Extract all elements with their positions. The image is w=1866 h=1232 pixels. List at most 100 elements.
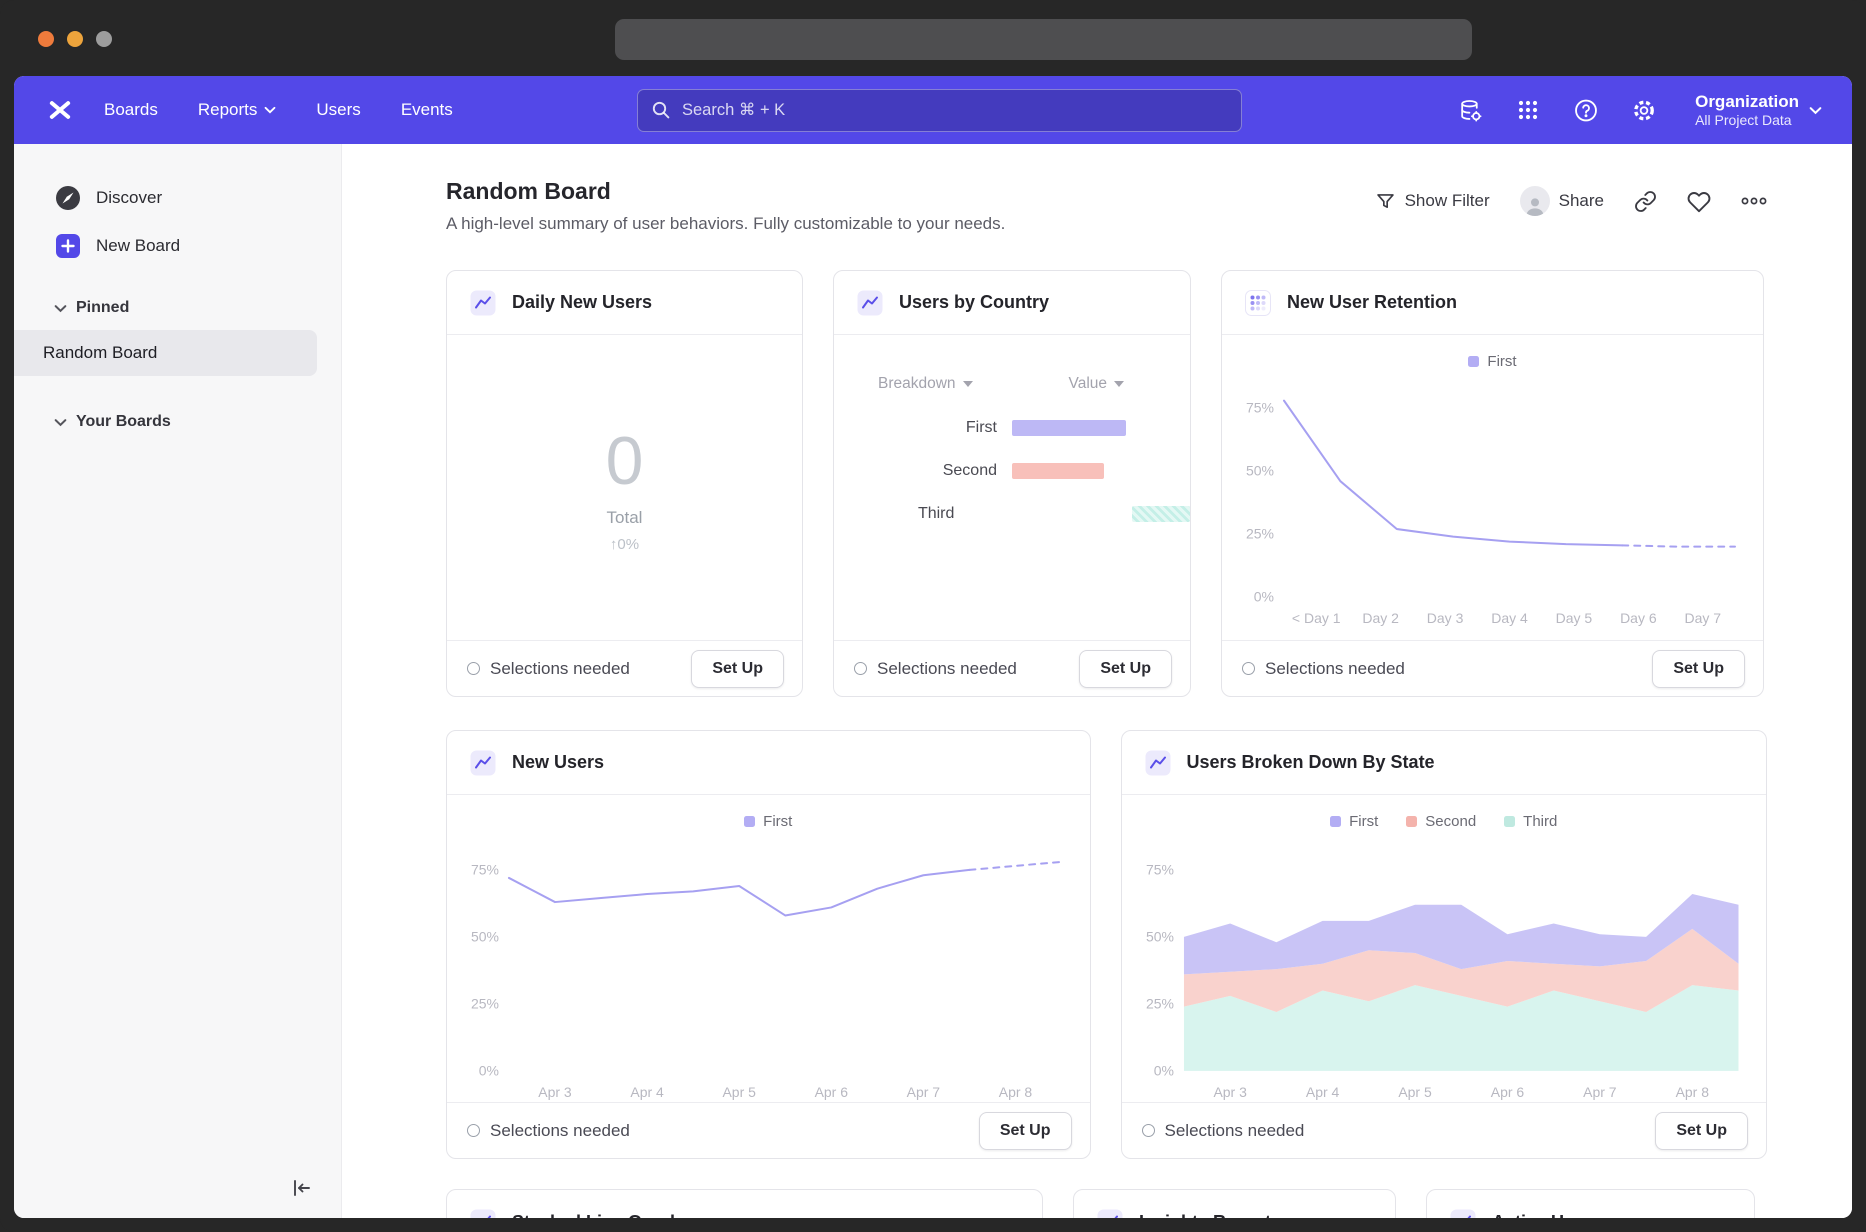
card-footer: Selections needed Set Up xyxy=(447,640,802,696)
card-header: New Users xyxy=(447,731,1090,795)
set-up-button[interactable]: Set Up xyxy=(1079,650,1172,688)
nav-item-events[interactable]: Events xyxy=(401,100,453,120)
avatar xyxy=(1520,186,1550,216)
chevron-down-icon xyxy=(1809,106,1822,115)
card-title: Daily New Users xyxy=(512,292,652,313)
org-switcher[interactable]: Organization All Project Data xyxy=(1695,91,1822,130)
more-options-button[interactable] xyxy=(1741,196,1767,206)
nav-right-cluster: Organization All Project Data xyxy=(1457,91,1822,130)
svg-text:Apr 6: Apr 6 xyxy=(1490,1084,1524,1100)
board-main: Random Board A high-level summary of use… xyxy=(342,144,1852,1218)
sidebar-item-random-board[interactable]: Random Board xyxy=(14,330,317,376)
value-label: Value xyxy=(1069,375,1108,393)
chart-legend: First xyxy=(461,809,1076,833)
heart-icon xyxy=(1687,189,1711,213)
sidebar-item-label: Discover xyxy=(96,188,162,208)
svg-text:Day 2: Day 2 xyxy=(1362,610,1399,626)
svg-text:0%: 0% xyxy=(479,1062,499,1078)
card-title: Active Users xyxy=(1492,1212,1601,1219)
svg-text:Day 5: Day 5 xyxy=(1556,610,1593,626)
org-name: Organization xyxy=(1695,91,1799,112)
kpi-body: 0 Total ↑0% xyxy=(447,335,802,640)
collapse-sidebar-button[interactable] xyxy=(287,1174,315,1202)
copy-link-button[interactable] xyxy=(1634,190,1657,213)
set-up-button[interactable]: Set Up xyxy=(1655,1112,1748,1150)
section-label: Your Boards xyxy=(76,413,171,431)
show-filter-button[interactable]: Show Filter xyxy=(1375,191,1490,212)
window-chrome xyxy=(0,0,1866,76)
breakdown-row: Second xyxy=(834,462,1190,480)
sidebar-section-pinned: Pinned Random Board xyxy=(14,288,341,376)
zoom-window-button[interactable] xyxy=(96,31,112,47)
nav-item-label: Users xyxy=(316,100,360,120)
status-label: Selections needed xyxy=(490,1121,630,1141)
legend-item: First xyxy=(1468,353,1516,370)
card-title: Insights Report xyxy=(1139,1212,1271,1219)
sidebar-item-discover[interactable]: Discover xyxy=(14,174,341,222)
nav-item-reports[interactable]: Reports xyxy=(198,100,277,120)
search-input[interactable] xyxy=(637,89,1242,132)
svg-text:Apr 3: Apr 3 xyxy=(1213,1084,1247,1100)
svg-text:Day 6: Day 6 xyxy=(1620,610,1657,626)
breakdown-dropdown[interactable]: Breakdown xyxy=(878,375,973,393)
card-header: Insights Report xyxy=(1074,1190,1395,1218)
svg-text:75%: 75% xyxy=(1146,861,1174,877)
chevron-down-icon xyxy=(54,418,67,427)
url-bar[interactable] xyxy=(615,19,1472,60)
kpi-label: Total xyxy=(607,508,643,528)
kpi-value: 0 xyxy=(606,422,644,500)
card-title: New Users xyxy=(512,752,604,773)
card-users-by-country: Users by Country Breakdown Value xyxy=(833,270,1191,697)
nav-item-label: Reports xyxy=(198,100,258,120)
set-up-button[interactable]: Set Up xyxy=(979,1112,1072,1150)
row-label: Third xyxy=(834,505,954,523)
svg-text:Day 3: Day 3 xyxy=(1427,610,1464,626)
link-icon xyxy=(1634,190,1657,213)
svg-text:Apr 3: Apr 3 xyxy=(538,1084,572,1100)
data-management-icon[interactable] xyxy=(1457,97,1483,123)
svg-text:75%: 75% xyxy=(471,861,499,877)
set-up-button[interactable]: Set Up xyxy=(1652,650,1745,688)
value-dropdown[interactable]: Value xyxy=(1069,375,1125,393)
help-icon[interactable] xyxy=(1573,97,1599,123)
your-boards-section-toggle[interactable]: Your Boards xyxy=(14,402,341,442)
legend-item: First xyxy=(1330,813,1378,830)
card-new-user-retention: New User Retention First 75%50%25%0%< Da… xyxy=(1221,270,1764,697)
board-title-block: Random Board A high-level summary of use… xyxy=(446,178,1005,234)
chart-legend: First xyxy=(1236,349,1749,373)
svg-text:50%: 50% xyxy=(1146,928,1174,944)
chevron-down-icon xyxy=(963,381,973,387)
card-insights-report: Insights Report xyxy=(1073,1189,1396,1218)
set-up-button[interactable]: Set Up xyxy=(691,650,784,688)
mixpanel-logo[interactable] xyxy=(42,92,78,128)
status-label: Selections needed xyxy=(1265,659,1405,679)
new-users-line-chart: 75%50%25%0%Apr 3Apr 4Apr 5Apr 6Apr 7Apr … xyxy=(461,833,1076,1105)
close-window-button[interactable] xyxy=(38,31,54,47)
nav-item-users[interactable]: Users xyxy=(316,100,360,120)
bar-second xyxy=(1012,463,1104,479)
svg-text:Apr 8: Apr 8 xyxy=(1675,1084,1709,1100)
chevron-down-icon xyxy=(54,304,67,313)
cards-row-2: New Users First 75%50%25%0%Apr 3Apr 4Apr… xyxy=(446,730,1767,1159)
board-actions: Show Filter Share xyxy=(1375,186,1767,216)
minimize-window-button[interactable] xyxy=(67,31,83,47)
nav-links: Boards Reports Users Events xyxy=(104,100,453,120)
search-icon xyxy=(650,99,672,126)
app-content: Boards Reports Users Events xyxy=(14,76,1852,1218)
traffic-lights xyxy=(38,31,112,47)
settings-gear-icon[interactable] xyxy=(1631,97,1657,123)
card-title: New User Retention xyxy=(1287,292,1457,313)
svg-text:Apr 5: Apr 5 xyxy=(1398,1084,1432,1100)
sidebar-item-new-board[interactable]: New Board xyxy=(14,222,341,270)
status-circle-icon xyxy=(854,662,867,675)
favorite-button[interactable] xyxy=(1687,189,1711,213)
ellipsis-icon xyxy=(1741,196,1767,206)
nav-item-boards[interactable]: Boards xyxy=(104,100,158,120)
card-header: Users by Country xyxy=(834,271,1190,335)
retention-chart-preview: First 75%50%25%0%< Day 1Day 2Day 3Day 4D… xyxy=(1222,335,1763,640)
card-title: Stacked Line Graph xyxy=(512,1212,681,1219)
legend-swatch xyxy=(1504,816,1515,827)
apps-grid-icon[interactable] xyxy=(1515,97,1541,123)
share-button[interactable]: Share xyxy=(1520,186,1604,216)
pinned-section-toggle[interactable]: Pinned xyxy=(14,288,341,328)
